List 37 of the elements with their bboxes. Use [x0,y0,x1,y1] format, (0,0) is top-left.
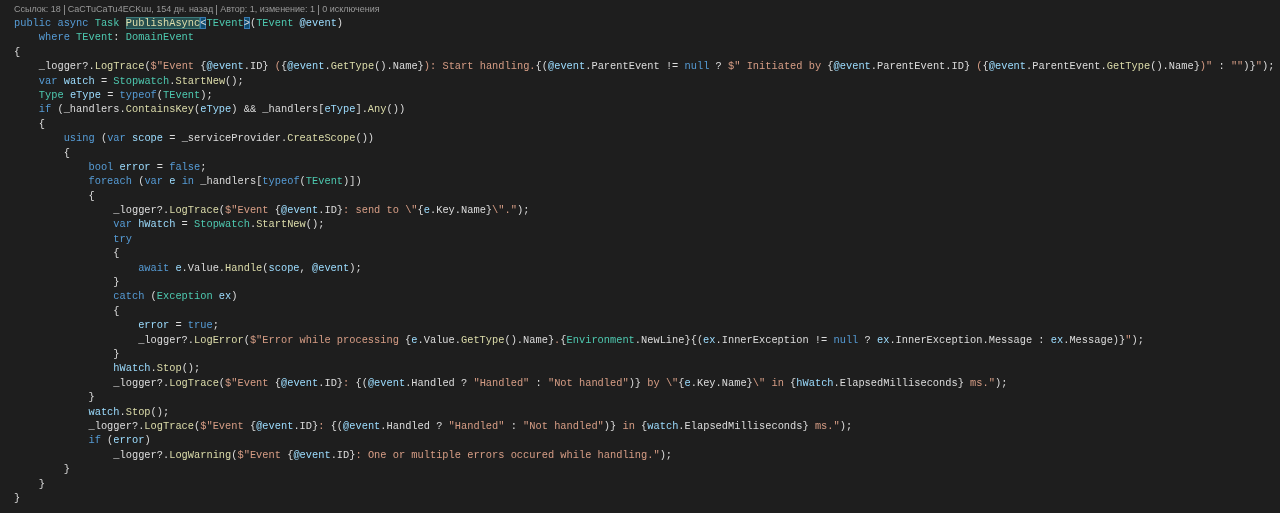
code-line: _logger?.LogTrace($"Event {@event.ID}: {(@event.Handled ? "Handled" : "Not handled")} in {watch.ElapsedMilliseconds} ms."); [87,418,853,434]
code-line: where TEvent: DomainEvent [37,30,195,45]
code-line: } [62,462,70,477]
code-line: { [14,44,21,60]
code-line: _logger?.LogError($"Error while processing {e.Value.GetType().Name}.{Environment.NewLine}{(ex.InnerException != null ? ex.InnerException.Message : ex.Message)}"); [137,332,1144,347]
code-line: _logger?.LogWarning($"Event {@event.ID}: One or multiple errors occured while handling."); [112,447,673,463]
code-line: Type eType = typeof(TEvent); [37,87,213,103]
codelens-link[interactable]: Автор: 1, изменение: 1 [217,3,319,16]
code-line: { [87,188,95,204]
code-line: try [112,231,132,247]
code-line: _logger?.LogTrace($"Event {@event.ID}: send to \"{e.Key.Name}\"."); [112,203,530,218]
code-line: watch.Stop(); [87,404,170,419]
code-line: { [62,145,70,160]
code-line: } [14,490,21,506]
code-line: await e.Value.Handle(scope, @event); [137,260,362,276]
code-line: hWatch.Stop(); [112,361,201,376]
code-line: } [112,347,120,362]
code-line: if (error) [87,433,151,448]
code-line: { [37,116,46,132]
codelens-link[interactable]: CaCTuCaTu4ECKuu, 154 дн. назад [64,3,217,16]
code-line: var hWatch = Stopwatch.StartNew(); [112,217,325,232]
code-line: { [112,246,120,261]
code-line: catch (Exception ex) [112,289,238,304]
code-line: _logger?.LogTrace($"Event {@event.ID} ({@event.GetType().Name}): Start handling.{(@event.ParentEvent != null ? $" Initiated by {@event.ParentEvent.ID} ({@event.ParentEvent.GetType().Name})" : "")}"); [37,59,1275,74]
code-line: var watch = Stopwatch.StartNew(); [37,73,244,88]
code-line: } [87,390,95,405]
code-line: using (var scope = _serviceProvider.CreateScope()) [62,131,375,146]
code-line: foreach (var e in _handlers[typeof(TEvent)]) [87,174,362,189]
code-line: } [112,275,120,290]
code-line: error = true; [137,318,219,333]
codelens-link[interactable]: Ссылок: 18 [14,3,64,16]
code-line: if (_handlers.ContainsKey(eType) && _handlers[eType].Any()) [37,102,406,117]
code-line: } [37,476,46,491]
code-line: { [112,303,120,319]
code-line: bool error = false; [87,159,207,175]
codelens-link[interactable]: 0 исключения [319,3,383,16]
code-line: _logger?.LogTrace($"Event {@event.ID}: {(@event.Handled ? "Handled" : "Not handled")} by \"{e.Key.Name}\" in {hWatch.ElapsedMilliseconds} ms."); [112,375,1008,391]
